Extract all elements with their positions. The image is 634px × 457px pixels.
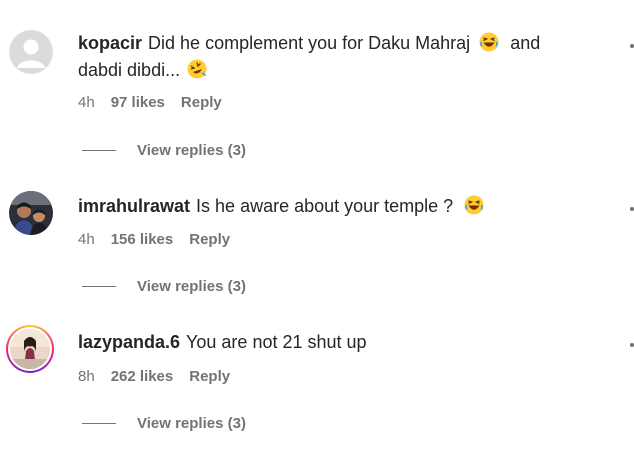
rofl-emoji-icon: [187, 59, 207, 79]
comment-body: Is he aware about your temple ?: [196, 196, 454, 216]
comment-meta: 4h 97 likes Reply: [78, 94, 222, 111]
laughing-emoji-icon: [464, 195, 484, 215]
view-replies-button[interactable]: View replies (3): [82, 278, 246, 295]
comment-body: Did he complement you for Daku Mahraj: [148, 33, 471, 53]
more-options-icon[interactable]: [630, 207, 634, 211]
comment-likes[interactable]: 97 likes: [111, 94, 165, 111]
comment-time: 4h: [78, 94, 95, 111]
laughing-emoji-icon: [479, 32, 499, 52]
comment-username[interactable]: kopacir: [78, 33, 142, 53]
comment-meta: 8h 262 likes Reply: [78, 368, 230, 385]
replies-divider: [82, 286, 116, 287]
default-avatar-icon[interactable]: [9, 30, 53, 74]
story-ring-avatar[interactable]: [6, 325, 54, 373]
view-replies-label: View replies (3): [137, 415, 246, 432]
more-options-icon[interactable]: [630, 343, 634, 347]
replies-divider: [82, 423, 116, 424]
view-replies-label: View replies (3): [137, 278, 246, 295]
avatar-inner: [8, 327, 52, 371]
comment-username[interactable]: imrahulrawat: [78, 196, 190, 216]
comment-body-cont: and: [510, 33, 541, 53]
replies-divider: [82, 150, 116, 151]
comment-username[interactable]: lazypanda.6: [78, 332, 180, 352]
view-replies-label: View replies (3): [137, 142, 246, 159]
comment-text: imrahulrawat Is he aware about your templ…: [78, 193, 588, 220]
more-options-icon[interactable]: [630, 44, 634, 48]
comment-body-line2: dabdi dibdi...: [78, 60, 181, 80]
comment-meta: 4h 156 likes Reply: [78, 231, 230, 248]
comment-likes[interactable]: 262 likes: [111, 368, 174, 385]
comment-time: 4h: [78, 231, 95, 248]
comment-text: lazypanda.6 You are not 21 shut up: [78, 329, 588, 356]
view-replies-button[interactable]: View replies (3): [82, 415, 246, 432]
comment-likes[interactable]: 156 likes: [111, 231, 174, 248]
comment-body: You are not 21 shut up: [186, 332, 367, 352]
comment-text: kopacir Did he complement you for Daku Ma…: [78, 30, 588, 84]
view-replies-button[interactable]: View replies (3): [82, 142, 246, 159]
photo-avatar[interactable]: [9, 191, 53, 235]
avatar-photo: [10, 329, 50, 369]
reply-button[interactable]: Reply: [181, 94, 222, 111]
reply-button[interactable]: Reply: [189, 231, 230, 248]
reply-button[interactable]: Reply: [189, 368, 230, 385]
comment-time: 8h: [78, 368, 95, 385]
